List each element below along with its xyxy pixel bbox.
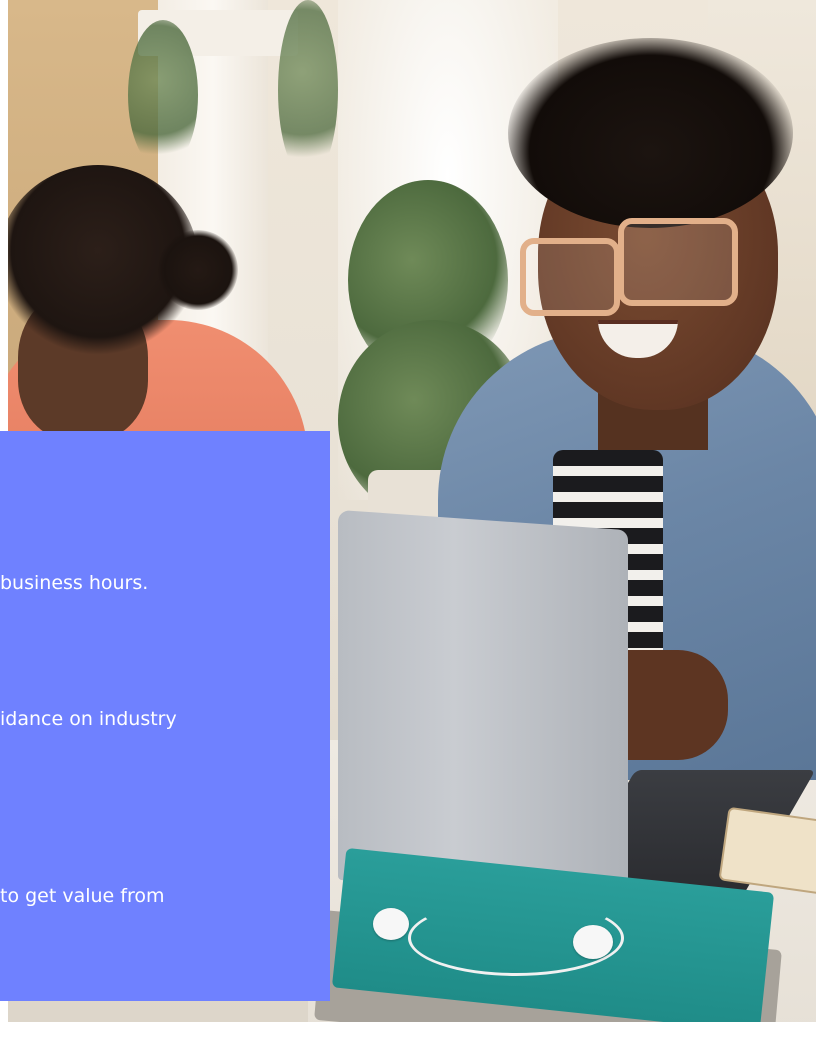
feature-text: idance on industry [0,708,177,730]
glasses-lens-right [618,218,738,306]
feature-text: to get value from [0,885,165,907]
laptop-lid [338,509,628,901]
earbud [573,925,613,959]
page: business hours. idance on industry to ge… [0,0,816,1050]
hair [508,38,793,228]
earbud [373,908,409,940]
feature-text: business hours. [0,572,149,594]
hanging-plant [278,0,338,180]
background-person-hair-bun [158,230,238,310]
glasses-lens-left [520,238,620,316]
hanging-plant [128,20,198,170]
feature-card: business hours. idance on industry to ge… [0,431,330,1001]
